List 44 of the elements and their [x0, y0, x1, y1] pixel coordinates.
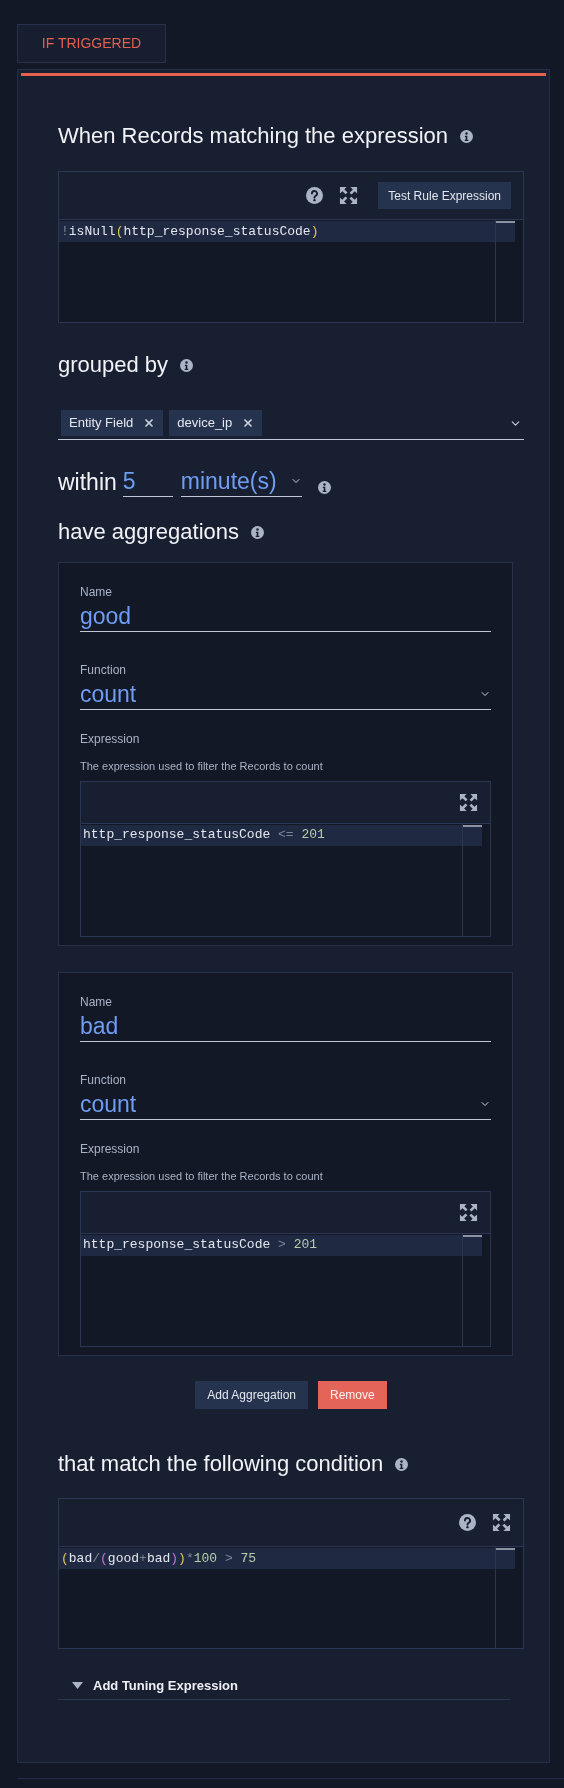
section-heading: have aggregations [58, 519, 240, 545]
tuning-toggle[interactable]: Add Tuning Expression [58, 1672, 510, 1700]
field-chip[interactable]: device_ip [169, 410, 263, 436]
field-label: Expression [80, 1141, 141, 1158]
field-label: Expression [80, 731, 141, 748]
code-editor[interactable]: http_response_statusCode > 201 [80, 1190, 491, 1347]
unit-select[interactable]: minute(s) [180, 466, 302, 497]
code-editor[interactable]: Test Rule Expression !isNull(http_response_statusCode) [58, 171, 524, 323]
group-by-field[interactable]: Entity Field device_ip [58, 410, 524, 440]
caret-icon [72, 1682, 83, 1689]
within-label: within [58, 468, 117, 497]
name-field[interactable]: good [80, 601, 491, 632]
section-heading: grouped by [58, 352, 169, 378]
info-icon[interactable] [460, 129, 474, 143]
add-aggregation-button[interactable]: Add Aggregation [195, 1381, 309, 1409]
expand-icon[interactable] [339, 186, 359, 205]
name-field[interactable]: bad [80, 1011, 491, 1042]
info-icon[interactable] [317, 481, 331, 494]
info-icon[interactable] [395, 1457, 409, 1471]
function-select[interactable]: count [80, 679, 491, 710]
info-icon[interactable] [180, 358, 194, 372]
info-icon[interactable] [251, 525, 265, 539]
remove-icon[interactable] [242, 417, 255, 429]
field-chip[interactable]: Entity Field [61, 410, 164, 436]
test-rule-button[interactable]: Test Rule Expression [378, 182, 511, 209]
field-hint: The expression used to filter the Records to count [80, 1169, 324, 1184]
help-icon[interactable] [306, 187, 324, 204]
section-heading: When Records matching the expression [58, 123, 449, 149]
expand-icon[interactable] [459, 1202, 478, 1222]
section-heading: that match the following condition [58, 1451, 384, 1477]
help-icon[interactable] [459, 1514, 476, 1531]
field-label: Name [80, 994, 113, 1011]
code-editor[interactable]: http_response_statusCode <= 201 [80, 780, 491, 937]
expand-icon[interactable] [459, 792, 478, 812]
field-label: Name [80, 584, 113, 601]
if-triggered-tab[interactable]: IF TRIGGERED [17, 24, 166, 63]
field-label: Function [80, 662, 128, 679]
remove-icon[interactable] [143, 417, 156, 429]
field-hint: The expression used to filter the Records to count [80, 759, 324, 774]
function-select[interactable]: count [80, 1089, 491, 1120]
window-value-field[interactable]: 5 [122, 466, 173, 497]
expand-icon[interactable] [492, 1513, 511, 1532]
code-editor[interactable]: (bad/(good+bad))*100 > 75 [58, 1498, 524, 1649]
field-label: Function [80, 1072, 128, 1089]
